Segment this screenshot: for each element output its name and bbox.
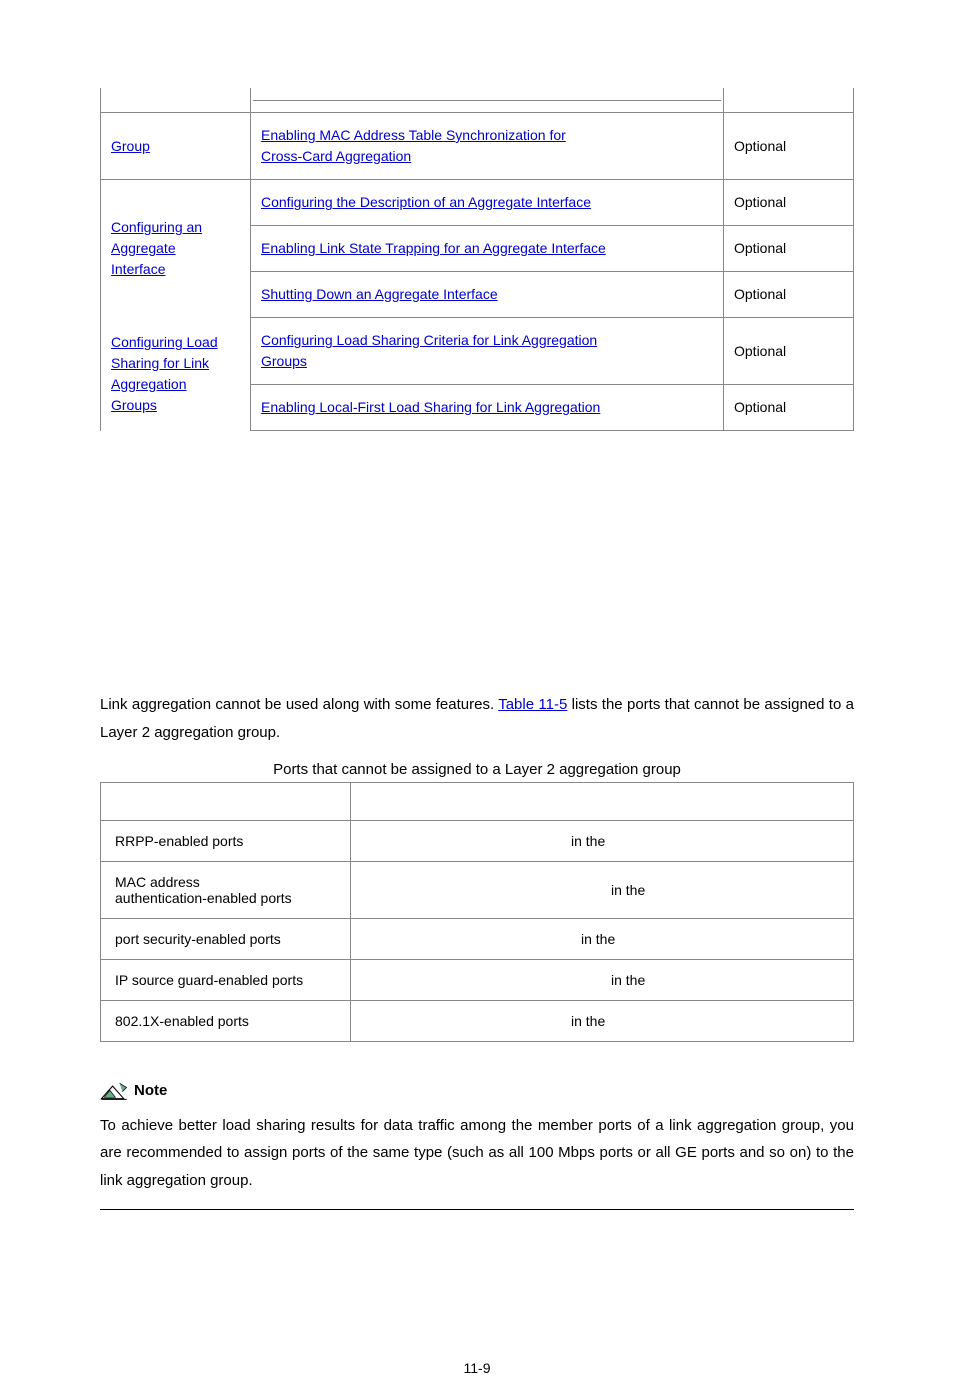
subtask-cell: Configuring Load Sharing Criteria for Li…: [251, 318, 724, 385]
header-cell: [351, 782, 854, 820]
ports-table: RRPP-enabled ports in the MAC address au…: [100, 782, 854, 1042]
mac-addr-line: MAC address: [115, 874, 200, 890]
feature-cell: 802.1X-enabled ports: [101, 1000, 351, 1041]
table-11-5-link[interactable]: Table 11-5: [498, 696, 567, 713]
remarks-cell: Optional: [724, 385, 854, 431]
reference-cell: in the: [351, 918, 854, 959]
mac-sync-link[interactable]: Enabling MAC Address Table Synchronizati…: [261, 127, 566, 143]
remarks-cell: Optional: [724, 318, 854, 385]
feature-cell: IP source guard-enabled ports: [101, 959, 351, 1000]
task-group-cell: Configuring an Aggregate Interface: [101, 180, 251, 318]
note-body: To achieve better load sharing results f…: [100, 1112, 854, 1195]
note-icon: [100, 1080, 128, 1102]
load-sharing-criteria-link[interactable]: Configuring Load Sharing Criteria for Li…: [261, 332, 597, 348]
desc-aggregate-link[interactable]: Configuring the Description of an Aggreg…: [261, 194, 591, 210]
configuring-load-link[interactable]: Configuring Load: [111, 334, 218, 350]
remarks-cell: Optional: [724, 180, 854, 226]
remarks-cell: Optional: [724, 272, 854, 318]
sharing-link-link[interactable]: Sharing for Link: [111, 355, 209, 371]
empty-cell: [724, 88, 854, 113]
reference-cell: in the: [351, 820, 854, 861]
task-group-cell: Group: [101, 113, 251, 180]
aggregation-link[interactable]: Aggregation: [111, 376, 187, 392]
subtask-cell: Shutting Down an Aggregate Interface: [251, 272, 724, 318]
page-number: 11-9: [100, 1360, 854, 1376]
note-label: Note: [134, 1082, 167, 1099]
group-link[interactable]: Group: [111, 138, 150, 154]
divider-cell: [251, 88, 724, 113]
remarks-cell: Optional: [724, 113, 854, 180]
task-group-cell: Configuring Load Sharing for Link Aggreg…: [101, 318, 251, 431]
empty-cell: [101, 88, 251, 113]
load-sharing-groups-link[interactable]: Groups: [261, 353, 307, 369]
reference-cell: in the: [351, 1000, 854, 1041]
config-task-table: Group Enabling MAC Address Table Synchro…: [100, 88, 854, 431]
intro-paragraph: Link aggregation cannot be used along wi…: [100, 691, 854, 747]
horizontal-rule: [100, 1209, 854, 1210]
header-cell: [101, 782, 351, 820]
subtask-cell: Enabling Link State Trapping for an Aggr…: [251, 226, 724, 272]
mac-sync-link-2[interactable]: Cross-Card Aggregation: [261, 148, 411, 164]
note-header: Note: [100, 1080, 854, 1102]
subtask-cell: Configuring the Description of an Aggreg…: [251, 180, 724, 226]
groups-link[interactable]: Groups: [111, 397, 157, 413]
subtask-cell: Enabling Local-First Load Sharing for Li…: [251, 385, 724, 431]
link-state-trap-link[interactable]: Enabling Link State Trapping for an Aggr…: [261, 240, 606, 256]
local-first-link[interactable]: Enabling Local-First Load Sharing for Li…: [261, 399, 600, 415]
feature-cell: RRPP-enabled ports: [101, 820, 351, 861]
remarks-cell: Optional: [724, 226, 854, 272]
reference-cell: in the: [351, 959, 854, 1000]
interface-link[interactable]: Interface: [111, 261, 165, 277]
table-caption: Ports that cannot be assigned to a Layer…: [100, 761, 854, 778]
auth-ports-line: authentication-enabled ports: [115, 890, 292, 906]
aggregate-link[interactable]: Aggregate: [111, 240, 176, 256]
feature-cell: MAC address authentication-enabled ports: [101, 861, 351, 918]
reference-cell: in the: [351, 861, 854, 918]
feature-cell: port security-enabled ports: [101, 918, 351, 959]
configuring-an-link[interactable]: Configuring an: [111, 219, 202, 235]
subtask-cell: Enabling MAC Address Table Synchronizati…: [251, 113, 724, 180]
para-text-a: Link aggregation cannot be used along wi…: [100, 696, 498, 713]
shutting-down-link[interactable]: Shutting Down an Aggregate Interface: [261, 286, 498, 302]
